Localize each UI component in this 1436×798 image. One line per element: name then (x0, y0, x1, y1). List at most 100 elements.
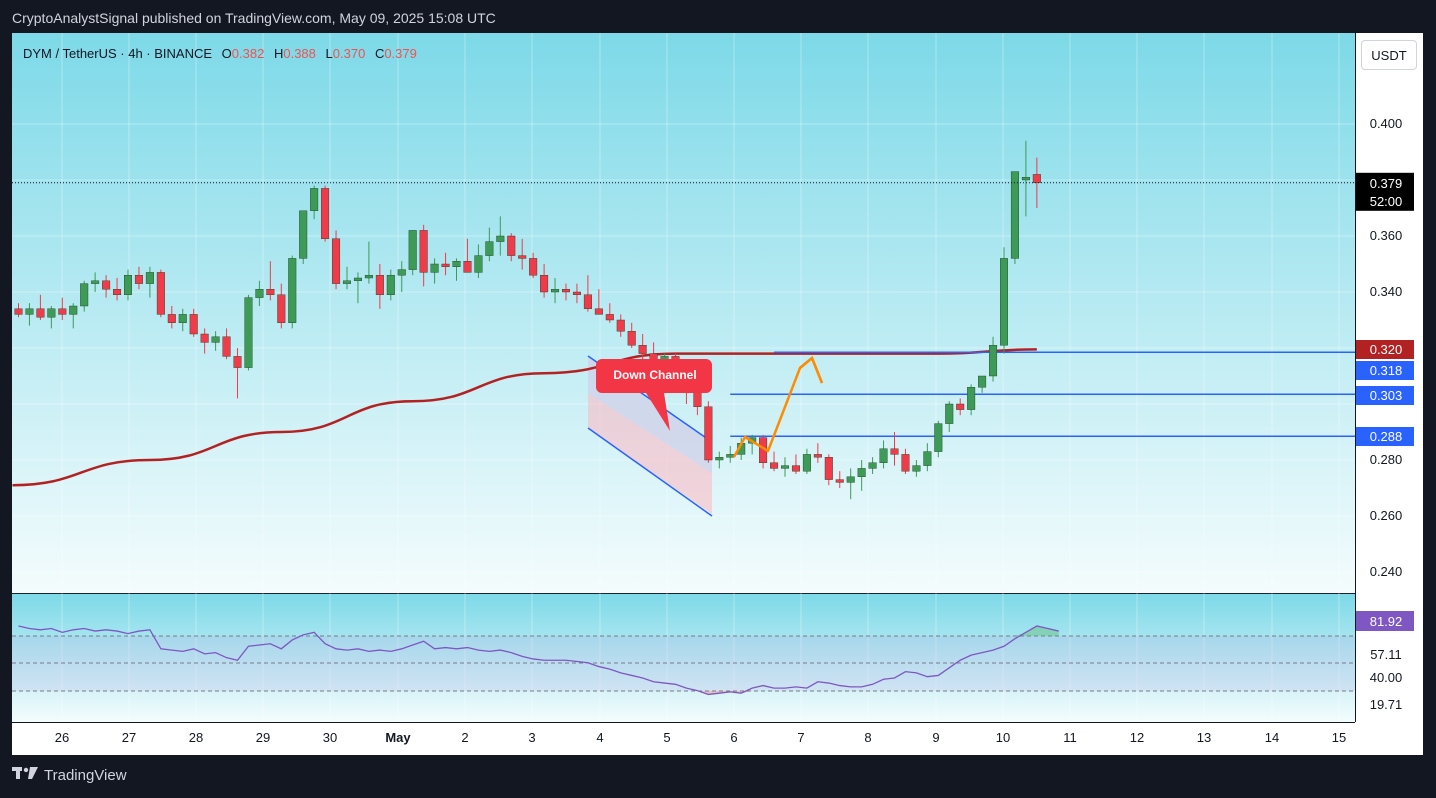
time-tick: 12 (1130, 730, 1144, 745)
chart-frame[interactable]: Down Channel 0.400 0.360 0.340 0.280 0.260 0.… (12, 33, 1423, 755)
candle-body (770, 462, 779, 469)
price-tick: 0.280 (1370, 452, 1403, 467)
candle-body (857, 468, 866, 477)
close-value: 0.379 (384, 46, 417, 61)
low-label: L (325, 46, 333, 61)
rsi-value-text: 81.92 (1370, 614, 1403, 629)
price-label-text: 0.303 (1370, 388, 1403, 403)
candle-body (123, 274, 132, 295)
candle-body (145, 272, 154, 284)
price-axis[interactable]: 0.400 0.360 0.340 0.280 0.260 0.240 0.320 0.318… (1355, 33, 1424, 755)
candle-body (1000, 258, 1009, 346)
candle-body (923, 451, 932, 466)
candle-body (912, 465, 921, 472)
candle-body (627, 331, 636, 346)
tradingview-brand: TradingView (44, 766, 127, 784)
time-tick: May (385, 730, 411, 745)
candle-body (321, 188, 330, 239)
open-label: O (221, 46, 232, 61)
time-tick: 26 (55, 730, 69, 745)
time-axis-bg (12, 722, 1423, 755)
candle-body (244, 297, 253, 368)
low-value: 0.370 (332, 46, 366, 61)
candle-body (80, 283, 89, 307)
candle-body (430, 263, 439, 273)
candle-body (397, 269, 406, 276)
price-tick: 0.400 (1370, 116, 1403, 131)
callout-text: Down Channel (613, 368, 696, 382)
candle-body (25, 308, 34, 315)
candle-body (967, 387, 976, 410)
candle-body (310, 188, 319, 211)
candle-body (572, 291, 581, 295)
candle-body (200, 333, 209, 343)
candle-body (868, 462, 877, 469)
candle-body (540, 274, 549, 293)
candle-body (496, 235, 505, 242)
candle-body (463, 260, 472, 273)
candle-body (353, 277, 362, 281)
time-tick: 11 (1063, 730, 1077, 745)
time-axis[interactable]: 26 27 28 29 30 May 2 3 4 5 6 7 8 9 10 11 12 13 14 15 (12, 722, 1423, 755)
currency-button[interactable]: USDT (1361, 40, 1417, 70)
candle-body (802, 454, 811, 472)
tradingview-logo[interactable]: TradingView (12, 766, 127, 784)
candle-body (824, 457, 833, 480)
price-tick: 0.240 (1370, 564, 1403, 579)
candle-body (956, 403, 965, 410)
candle-body (189, 314, 198, 335)
candle-body (507, 235, 516, 256)
time-tick: 9 (932, 730, 939, 745)
candle-body (978, 375, 987, 388)
high-label: H (273, 46, 284, 61)
candle-body (934, 423, 943, 452)
chart-header: DYM / TetherUS · 4h · BINANCE O0.382 H0.… (23, 46, 417, 61)
candle-body (343, 280, 352, 284)
candle-body (113, 289, 122, 296)
high-value: 0.388 (283, 46, 316, 61)
last-price-text: 0.379 (1370, 176, 1403, 191)
symbol-label[interactable]: DYM / TetherUS · 4h · BINANCE (23, 46, 212, 61)
time-tick: 13 (1197, 730, 1211, 745)
candle-body (222, 336, 231, 357)
price-label-text: 0.318 (1370, 363, 1403, 378)
candle-body (91, 280, 100, 284)
price-label-text: 0.320 (1370, 342, 1403, 357)
candle-body (299, 210, 308, 259)
candle-body (288, 258, 297, 323)
candle-body (901, 454, 910, 472)
publisher-line: CryptoAnalystSignal published on Trading… (12, 10, 496, 26)
candle-body (1032, 174, 1041, 183)
price-tick: 0.360 (1370, 228, 1403, 243)
chart-canvas[interactable]: Down Channel 0.4000.3600.3400.2800.2600.… (12, 33, 1423, 755)
candle-body (638, 345, 647, 354)
candle-body (846, 476, 855, 483)
candle-body (879, 448, 888, 463)
currency-label: USDT (1371, 47, 1407, 63)
candle-body (605, 314, 614, 321)
candle-body (452, 260, 461, 267)
candle-body (715, 457, 724, 461)
candle-body (551, 289, 560, 293)
candle-body (485, 241, 494, 256)
candle-body (408, 230, 417, 270)
candle-body (1010, 171, 1019, 259)
rsi-indicator (12, 625, 1355, 696)
candle-body (255, 289, 264, 298)
candle-body (781, 465, 790, 469)
candle-body (726, 454, 735, 458)
time-tick: 3 (528, 730, 535, 745)
candle-body (156, 272, 165, 315)
candle-body (69, 305, 78, 315)
candle-body (1021, 176, 1030, 181)
candle-body (890, 448, 899, 455)
candle-body (36, 308, 45, 318)
candle-body (583, 294, 592, 309)
candle-body (211, 336, 220, 343)
candle-body (989, 345, 998, 377)
candle-body (167, 314, 176, 323)
price-tick: 0.340 (1370, 284, 1403, 299)
open-value: 0.382 (231, 46, 265, 61)
time-tick: 5 (663, 730, 670, 745)
time-tick: 4 (596, 730, 603, 745)
